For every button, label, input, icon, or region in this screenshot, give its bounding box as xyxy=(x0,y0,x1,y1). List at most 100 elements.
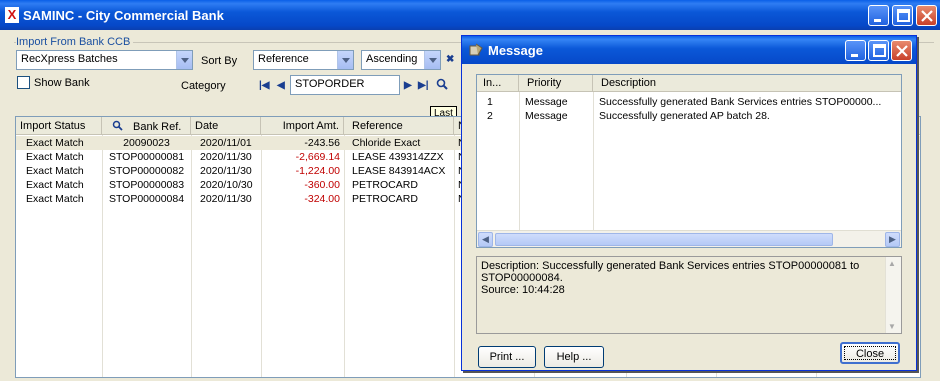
close-icon xyxy=(921,10,933,22)
index-cell: 1 xyxy=(487,96,493,108)
maximize-icon xyxy=(897,9,910,22)
search-icon[interactable] xyxy=(436,78,449,91)
date-cell: 2020/11/30 xyxy=(200,193,252,205)
vertical-scrollbar[interactable]: ▲ ▼ xyxy=(885,257,901,333)
column-header-priority[interactable]: Priority xyxy=(519,75,593,92)
maximize-button[interactable] xyxy=(892,5,913,26)
maximize-icon xyxy=(873,44,886,57)
column-header-date[interactable]: Date xyxy=(191,117,261,135)
sort-order-value: Ascending xyxy=(366,53,418,65)
source-combo-value: RecXpress Batches xyxy=(21,53,118,65)
reference-cell: LEASE 439314ZZX xyxy=(352,151,444,163)
window-title: SAMINC - City Commercial Bank xyxy=(23,8,224,23)
priority-cell: Message xyxy=(525,96,568,108)
index-cell: 2 xyxy=(487,110,493,122)
search-icon[interactable] xyxy=(112,120,123,131)
date-cell: 2020/11/30 xyxy=(200,151,252,163)
dialog-close-window-button[interactable] xyxy=(891,40,912,61)
previous-record-icon[interactable]: ◀ xyxy=(277,80,285,91)
main-titlebar[interactable]: X SAMINC - City Commercial Bank xyxy=(0,0,940,30)
category-input[interactable]: STOPORDER xyxy=(290,75,400,95)
close-button[interactable]: Close xyxy=(840,342,900,364)
column-header-bank-ref[interactable]: Bank Ref. xyxy=(102,117,191,135)
detail-line-2: STOP00000084. xyxy=(481,272,563,284)
status-cell: Exact Match xyxy=(26,179,84,191)
reference-cell: PETROCARD xyxy=(352,193,418,205)
app-logo-icon: X xyxy=(5,7,19,23)
detail-line-3: Source: 10:44:28 xyxy=(481,284,565,296)
chevron-down-icon[interactable] xyxy=(176,51,192,69)
minimize-icon xyxy=(874,19,881,22)
bank-ref-cell: 20090023 xyxy=(123,137,170,149)
status-cell: Exact Match xyxy=(26,137,84,149)
go-icon[interactable]: ✖ xyxy=(446,54,454,65)
bank-ref-cell: STOP00000084 xyxy=(108,193,185,205)
grid-line xyxy=(519,92,520,230)
scroll-left-icon[interactable]: ◀ xyxy=(478,232,493,247)
list-item[interactable]: 2 Message Successfully generated AP batc… xyxy=(477,109,901,123)
print-button[interactable]: Print ... xyxy=(478,346,536,368)
message-icon xyxy=(469,43,483,56)
sort-by-label: Sort By xyxy=(201,55,238,67)
detail-line-1: Description: Successfully generated Bank… xyxy=(481,260,860,272)
reference-cell: Chloride Exact xyxy=(352,137,421,149)
description-cell: Successfully generated AP batch 28. xyxy=(599,110,770,122)
message-detail: Description: Successfully generated Bank… xyxy=(476,256,902,334)
reference-cell: LEASE 843914ACX xyxy=(352,165,446,177)
dialog-minimize-button[interactable] xyxy=(845,40,866,61)
status-cell: Exact Match xyxy=(26,165,84,177)
category-value: STOPORDER xyxy=(295,78,365,90)
scroll-up-icon[interactable]: ▲ xyxy=(888,259,896,268)
first-record-icon[interactable]: |◀ xyxy=(259,80,270,91)
bank-ref-cell: STOP00000082 xyxy=(108,165,185,177)
dialog-titlebar[interactable]: Message xyxy=(462,36,916,64)
amount-cell: -1,224.00 xyxy=(295,165,340,177)
show-bank-checkbox[interactable] xyxy=(17,76,30,89)
priority-cell: Message xyxy=(525,110,568,122)
column-header-import-status[interactable]: Import Status xyxy=(16,117,102,135)
message-list[interactable]: In... Priority Description 1 Message Suc… xyxy=(476,74,902,248)
bank-ref-cell: STOP00000083 xyxy=(108,179,185,191)
close-window-button[interactable] xyxy=(916,5,937,26)
show-bank-label: Show Bank xyxy=(34,77,90,89)
amount-cell: -324.00 xyxy=(304,193,340,205)
date-cell: 2020/11/30 xyxy=(200,165,252,177)
column-header-description[interactable]: Description xyxy=(593,75,901,92)
amount-cell: -360.00 xyxy=(304,179,340,191)
import-group-label: Import From Bank CCB xyxy=(16,36,134,48)
scrollbar-thumb[interactable] xyxy=(495,233,833,246)
date-cell: 2020/10/30 xyxy=(200,179,253,191)
status-cell: Exact Match xyxy=(26,151,84,163)
status-cell: Exact Match xyxy=(26,193,84,205)
chevron-down-icon[interactable] xyxy=(424,51,440,69)
list-item[interactable]: 1 Message Successfully generated Bank Se… xyxy=(477,95,901,109)
column-header-reference[interactable]: Reference xyxy=(344,117,454,135)
sort-field-value: Reference xyxy=(258,53,309,65)
amount-cell: -243.56 xyxy=(304,137,340,149)
bank-ref-header-text: Bank Ref. xyxy=(133,121,182,133)
grid-line xyxy=(593,92,594,230)
scroll-right-icon[interactable]: ▶ xyxy=(885,232,900,247)
category-label: Category xyxy=(181,80,226,92)
dialog-title: Message xyxy=(488,43,543,58)
message-dialog[interactable]: Message In... Priority Description 1 Mes… xyxy=(461,35,917,371)
minimize-button[interactable] xyxy=(868,5,889,26)
reference-cell: PETROCARD xyxy=(352,179,418,191)
bank-ref-cell: STOP00000081 xyxy=(108,151,185,163)
horizontal-scrollbar[interactable]: ◀ ▶ xyxy=(477,230,901,247)
minimize-icon xyxy=(851,54,858,57)
column-header-import-amt[interactable]: Import Amt. xyxy=(261,117,344,135)
last-record-icon[interactable]: ▶| xyxy=(418,80,429,91)
scroll-down-icon[interactable]: ▼ xyxy=(888,322,896,331)
close-icon xyxy=(896,45,908,57)
next-record-icon[interactable]: ▶ xyxy=(404,80,412,91)
sort-field-combo[interactable]: Reference xyxy=(253,50,354,70)
message-list-header: In... Priority Description xyxy=(477,75,901,92)
description-cell: Successfully generated Bank Services ent… xyxy=(599,96,882,108)
chevron-down-icon[interactable] xyxy=(337,51,353,69)
column-header-index[interactable]: In... xyxy=(477,75,519,92)
dialog-maximize-button[interactable] xyxy=(868,40,889,61)
sort-order-combo[interactable]: Ascending xyxy=(361,50,441,70)
source-combo[interactable]: RecXpress Batches xyxy=(16,50,193,70)
help-button[interactable]: Help ... xyxy=(544,346,604,368)
